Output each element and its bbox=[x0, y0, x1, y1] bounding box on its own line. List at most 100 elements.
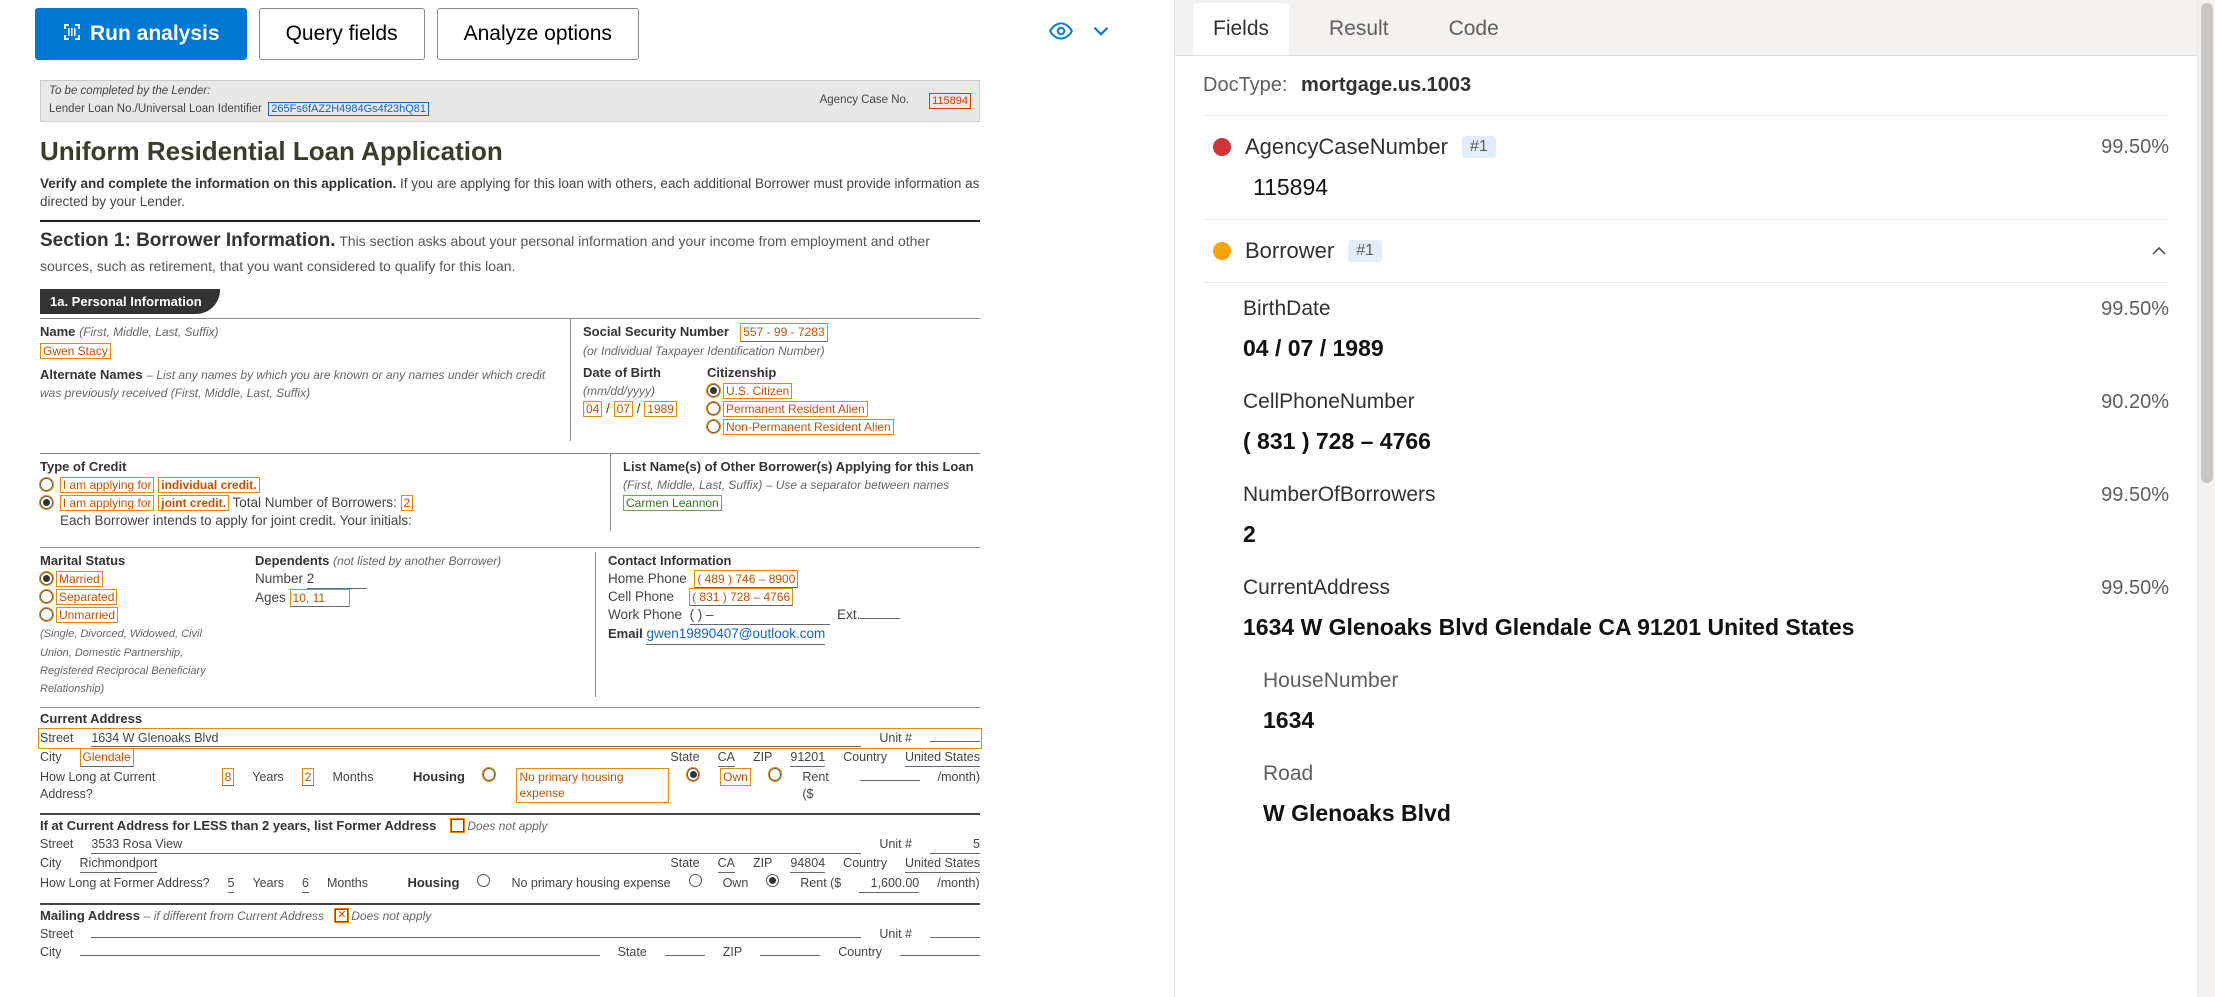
field-borrower[interactable]: Borrower #1 bbox=[1203, 219, 2169, 283]
radio-icon bbox=[687, 768, 700, 781]
email-label: Email bbox=[608, 626, 643, 641]
dob-mm: 04 bbox=[583, 401, 602, 417]
other-borrower: Carmen Leannon bbox=[623, 495, 722, 511]
radio-icon bbox=[40, 572, 53, 585]
checkbox-icon bbox=[335, 909, 348, 922]
doctype-row: DocType: mortgage.us.1003 bbox=[1203, 74, 2169, 97]
doctype-label: DocType: bbox=[1203, 74, 1287, 96]
work-ext-label: Ext. bbox=[837, 607, 860, 622]
street-label-2: Street bbox=[40, 836, 73, 853]
field-name: Borrower bbox=[1245, 238, 1334, 264]
years-label-2: Years bbox=[252, 875, 284, 892]
credit-indiv-pre: I am applying for bbox=[60, 477, 155, 493]
city-value: Glendale bbox=[80, 748, 134, 766]
scrollbar[interactable] bbox=[2197, 0, 2215, 997]
subfield-housenumber[interactable]: HouseNumber 1634 bbox=[1263, 655, 2169, 748]
city-label-2: City bbox=[40, 855, 62, 872]
zip-label: ZIP bbox=[753, 749, 772, 766]
ssn-value: 557 - 99 - 7283 bbox=[740, 323, 827, 341]
field-name: AgencyCaseNumber bbox=[1245, 134, 1448, 160]
former-city: Richmondport bbox=[80, 855, 158, 873]
eye-icon[interactable] bbox=[1048, 18, 1074, 47]
credit-indiv: individual credit. bbox=[158, 477, 259, 493]
scrollbar-thumb[interactable] bbox=[2201, 3, 2213, 483]
document-canvas[interactable]: To be completed by the Lender: Lender Lo… bbox=[0, 80, 1174, 982]
former-zip: 94804 bbox=[790, 855, 825, 873]
ssn-hint: (or Individual Taxpayer Identification N… bbox=[583, 344, 825, 358]
dep-ages-label: Ages bbox=[255, 590, 286, 605]
field-confidence: 99.50% bbox=[2101, 577, 2169, 600]
cell-phone: ( 831 ) 728 – 4766 bbox=[689, 588, 793, 606]
run-analysis-label: Run analysis bbox=[90, 22, 220, 46]
credit-joint-pre: I am applying for bbox=[60, 495, 155, 511]
total-borrowers-value: 2 bbox=[401, 495, 414, 511]
field-name: NumberOfBorrowers bbox=[1243, 483, 1436, 507]
subfield-birthdate[interactable]: BirthDate 99.50% 04 / 07 / 1989 bbox=[1243, 283, 2169, 376]
radio-icon bbox=[707, 420, 720, 433]
field-confidence: 99.50% bbox=[2101, 136, 2169, 159]
radio-icon bbox=[40, 590, 53, 603]
dob-hint: (mm/dd/yyyy) bbox=[583, 384, 655, 398]
analyze-options-button[interactable]: Analyze options bbox=[437, 8, 639, 60]
housing-none-2: No primary housing expense bbox=[511, 875, 670, 892]
work-phone-label: Work Phone bbox=[608, 607, 682, 622]
cit-perm: Permanent Resident Alien bbox=[723, 401, 868, 417]
current-addr-label: Current Address bbox=[40, 711, 142, 726]
query-fields-button[interactable]: Query fields bbox=[259, 8, 425, 60]
scan-icon bbox=[62, 22, 82, 47]
document-title: Uniform Residential Loan Application bbox=[40, 134, 980, 169]
lender-header-bar: To be completed by the Lender: Lender Lo… bbox=[40, 80, 980, 122]
tab-result[interactable]: Result bbox=[1309, 3, 1409, 55]
months-value: 2 bbox=[302, 768, 315, 786]
chevron-down-icon[interactable] bbox=[1088, 18, 1114, 47]
state-value: CA bbox=[718, 749, 735, 767]
dep-number: 2 bbox=[307, 570, 367, 589]
radio-icon bbox=[707, 402, 720, 415]
document-viewer-pane: Run analysis Query fields Analyze option… bbox=[0, 0, 1175, 997]
ssn-label: Social Security Number bbox=[583, 324, 729, 339]
run-analysis-button[interactable]: Run analysis bbox=[35, 8, 247, 60]
radio-icon bbox=[766, 874, 779, 887]
lender-loan-label: Lender Loan No./Universal Loan Identifie… bbox=[49, 103, 262, 115]
lender-complete-label: To be completed by the Lender: bbox=[49, 84, 429, 100]
does-not-apply: Does not apply bbox=[467, 819, 547, 833]
lender-loan-value: 265Fs6fAZ2H4984Gs4f23hQ81 bbox=[268, 102, 429, 116]
radio-icon bbox=[689, 874, 702, 887]
field-agencycasenumber[interactable]: AgencyCaseNumber #1 99.50% 115894 bbox=[1203, 115, 2169, 219]
field-badge: #1 bbox=[1348, 240, 1382, 262]
field-value: W Glenoaks Blvd bbox=[1263, 800, 2169, 827]
color-dot-icon bbox=[1213, 138, 1231, 156]
subfield-currentaddress[interactable]: CurrentAddress 99.50% 1634 W Glenoaks Bl… bbox=[1243, 562, 2169, 655]
analyze-options-label: Analyze options bbox=[464, 22, 612, 46]
field-value: 1634 bbox=[1263, 707, 2169, 734]
section-1-title: Section 1: Borrower Information. This se… bbox=[40, 228, 980, 279]
tab-1a-header: 1a. Personal Information bbox=[40, 289, 220, 315]
subfield-numberofborrowers[interactable]: NumberOfBorrowers 99.50% 2 bbox=[1243, 469, 2169, 562]
country-label-3: Country bbox=[838, 944, 882, 961]
marital-hint: (Single, Divorced, Widowed, Civil Union,… bbox=[40, 628, 206, 695]
months-label-2: Months bbox=[327, 875, 368, 892]
tab-fields[interactable]: Fields bbox=[1193, 3, 1289, 55]
field-value: 1634 W Glenoaks Blvd Glendale CA 91201 U… bbox=[1243, 614, 2169, 641]
zip-label-2: ZIP bbox=[753, 855, 772, 872]
field-value: ( 831 ) 728 – 4766 bbox=[1243, 428, 2169, 455]
subfield-cellphonenumber[interactable]: CellPhoneNumber 90.20% ( 831 ) 728 – 476… bbox=[1243, 376, 2169, 469]
radio-icon bbox=[40, 478, 53, 491]
marital-married: Married bbox=[56, 571, 103, 587]
radio-icon bbox=[707, 384, 720, 397]
radio-icon bbox=[483, 768, 496, 781]
lead-bold: Verify and complete the information on t… bbox=[40, 176, 396, 191]
state-label-2: State bbox=[670, 855, 699, 872]
how-long-label: How Long at Current Address? bbox=[40, 769, 204, 803]
doctype-value: mortgage.us.1003 bbox=[1301, 74, 1471, 96]
document-lead: Verify and complete the information on t… bbox=[40, 175, 980, 211]
tab-code[interactable]: Code bbox=[1429, 3, 1519, 55]
cell-phone-label: Cell Phone bbox=[608, 589, 674, 604]
subfield-road[interactable]: Road W Glenoaks Blvd bbox=[1263, 748, 2169, 841]
housing-label: Housing bbox=[413, 768, 465, 786]
dep-ages: 10, 11 bbox=[290, 589, 350, 607]
street-value: 1634 W Glenoaks Blvd bbox=[91, 730, 861, 748]
housing-none: No primary housing expense bbox=[516, 768, 668, 802]
chevron-up-icon[interactable] bbox=[2149, 241, 2169, 261]
credit-joint: joint credit. bbox=[158, 495, 229, 511]
